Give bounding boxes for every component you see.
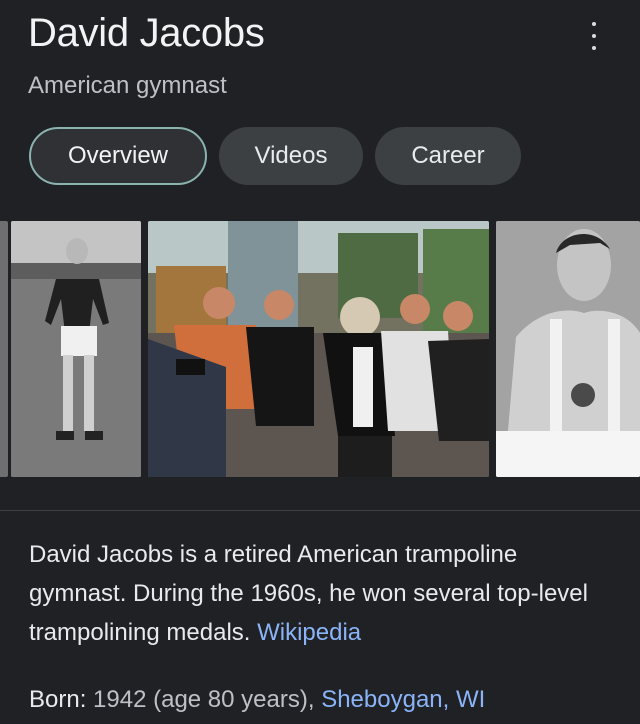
tab-videos[interactable]: Videos	[219, 127, 363, 185]
black-white-gymnast-photo[interactable]	[11, 221, 141, 477]
menu-dot	[592, 46, 596, 50]
tab-overview[interactable]: Overview	[29, 127, 207, 185]
description: David Jacobs is a retired American tramp…	[29, 535, 609, 652]
knowledge-header: David Jacobs American gymnast	[28, 6, 640, 99]
black-white-portrait-photo[interactable]	[496, 221, 640, 477]
birthplace-link[interactable]: Sheboygan, WI	[321, 686, 485, 713]
page-title: David Jacobs	[28, 11, 265, 55]
portrait-photo-graphic	[496, 221, 640, 477]
born-fact: Born: 1942 (age 80 years), Sheboygan, WI	[29, 681, 485, 719]
menu-dot	[592, 34, 596, 38]
knowledge-tabs: Overview Videos Career	[29, 127, 521, 185]
gymnast-photo-graphic	[11, 221, 141, 477]
wikipedia-link[interactable]: Wikipedia	[257, 619, 361, 646]
market-photo-graphic	[148, 221, 489, 477]
more-vertical-icon[interactable]	[588, 22, 600, 50]
tab-career[interactable]: Career	[375, 127, 521, 185]
born-value: 1942 (age 80 years),	[93, 686, 315, 713]
page-subtitle: American gymnast	[28, 72, 227, 99]
image-carousel[interactable]	[0, 221, 640, 477]
section-divider	[0, 510, 640, 511]
market-group-photo[interactable]	[148, 221, 489, 477]
menu-dot	[592, 22, 596, 26]
born-label: Born:	[29, 686, 87, 713]
partial-image-left[interactable]	[0, 221, 8, 477]
